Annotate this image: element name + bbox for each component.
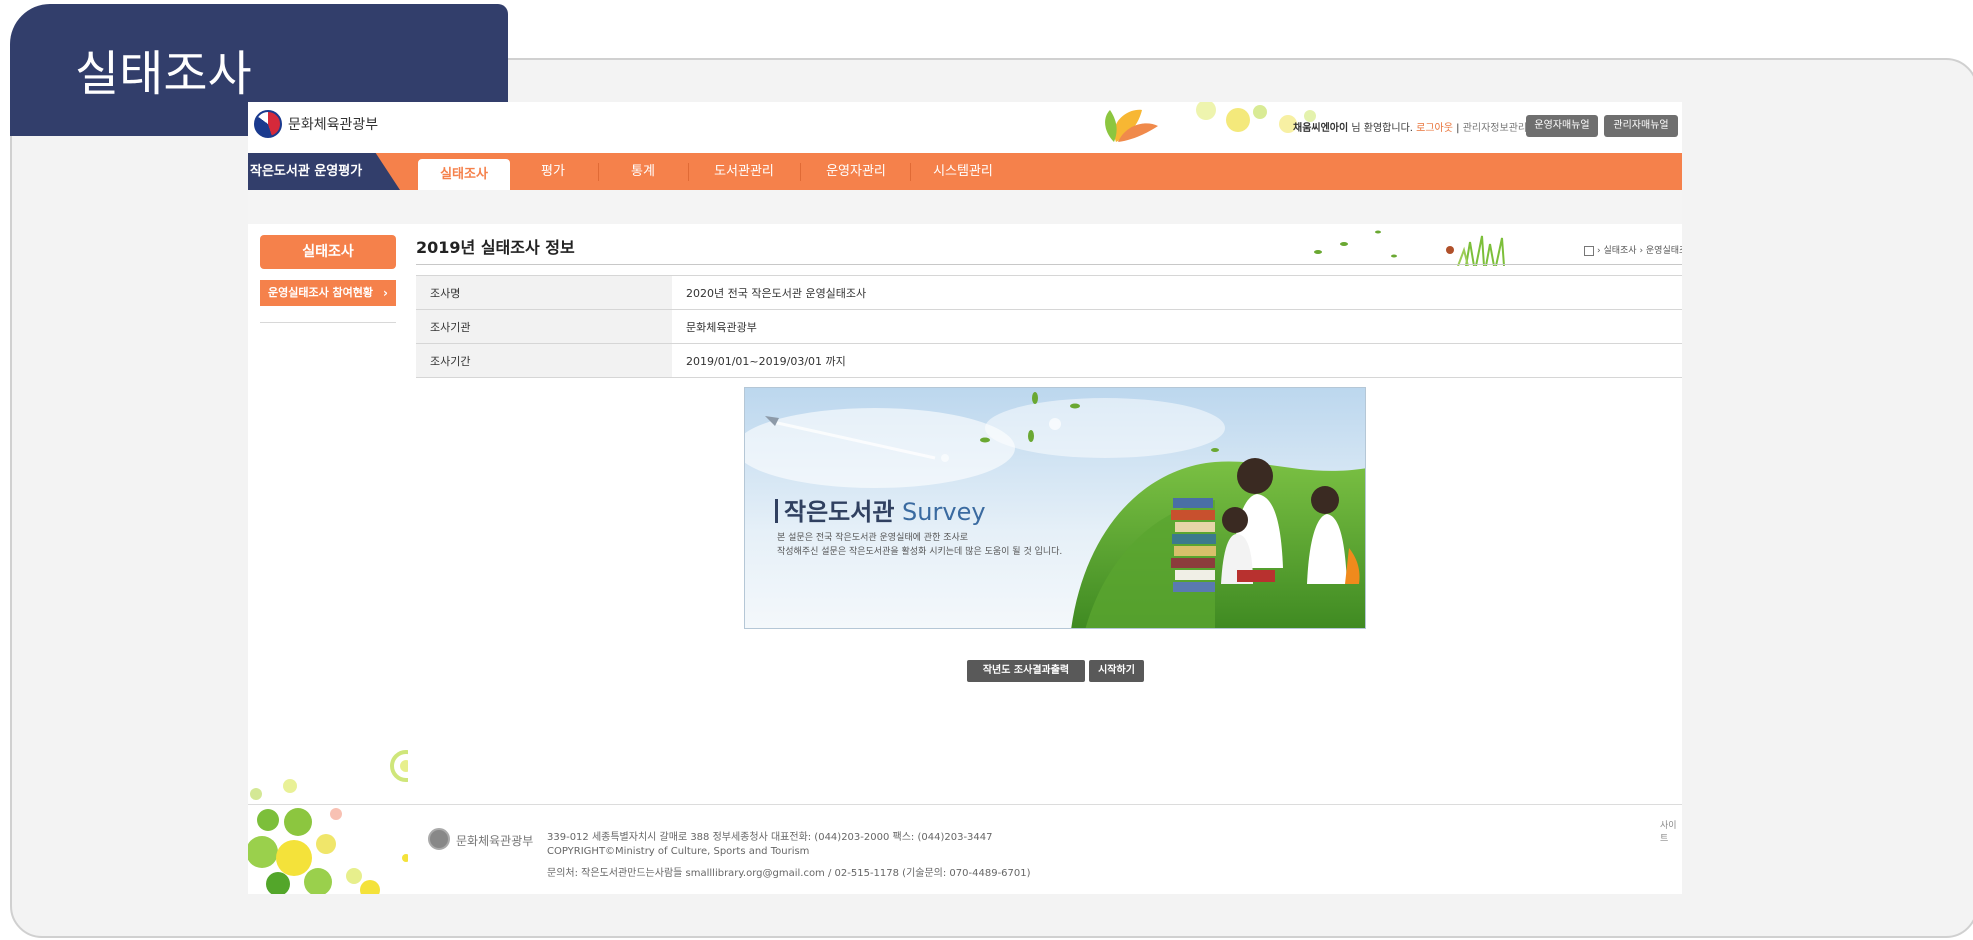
chevron-right-icon: ›	[383, 286, 388, 300]
row-value: 2019/01/01~2019/03/01 까지	[672, 343, 1682, 378]
footer-address: 339-012 세종특별자치시 갈매로 388 정부세종청사 대표전화: (04…	[547, 832, 993, 843]
survey-info-table: 조사명 2020년 전국 작은도서관 운영실태조사 조사기관 문화체육관광부 조…	[416, 275, 1682, 378]
breadcrumb-path: › 실태조사 › 운영실태조	[1597, 246, 1682, 256]
nav-separator	[598, 163, 599, 181]
start-button[interactable]: 시작하기	[1089, 660, 1144, 682]
footer-logo-text: 문화체육관광부	[456, 834, 534, 848]
table-row: 조사명 2020년 전국 작은도서관 운영실태조사	[416, 275, 1682, 310]
breadcrumb: › 실태조사 › 운영실태조	[1584, 243, 1682, 256]
logout-link[interactable]: 로그아웃	[1416, 123, 1453, 134]
banner-headline-accent: 작은도서관	[784, 498, 895, 526]
nav-tab-statistics[interactable]: 통계	[606, 153, 680, 190]
main-nav: 작은도서관 운영평가 실태조사 평가 통계 도서관관리 운영자관리 시스템관리	[248, 153, 1682, 190]
footer-copyright: COPYRIGHT©Ministry of Culture, Sports an…	[547, 846, 810, 857]
row-value: 2020년 전국 작은도서관 운영실태조사	[672, 275, 1682, 310]
welcome-message: 채움씨엔아이 님 환영합니다. 로그아웃 | 관리자정보관리	[1293, 119, 1527, 134]
admin-info-link[interactable]: 관리자정보관리	[1463, 123, 1527, 134]
nav-tab-library-management[interactable]: 도서관관리	[696, 153, 792, 190]
banner-description-line1: 본 설문은 전국 작은도서관 운영실태에 관한 조사로	[777, 533, 969, 543]
nav-tab-system-management[interactable]: 시스템관리	[916, 153, 1010, 190]
row-label: 조사기간	[416, 343, 672, 378]
table-row: 조사기간 2019/01/01~2019/03/01 까지	[416, 343, 1682, 378]
bubble-decoration-icon	[248, 750, 408, 894]
nav-separator	[688, 163, 689, 181]
sidebar-item-participation[interactable]: 운영실태조사 참여현황 ›	[260, 280, 396, 306]
sidebar-item-label: 운영실태조사 참여현황	[268, 286, 374, 299]
leaf-decoration-icon	[1105, 102, 1316, 142]
survey-banner: 작은도서관 Survey 본 설문은 전국 작은도서관 운영실태에 관한 조사로…	[744, 387, 1366, 629]
admin-manual-button[interactable]: 관리자매뉴얼	[1604, 115, 1678, 137]
ministry-logo-text[interactable]: 문화체육관광부	[288, 114, 378, 134]
banner-bar-icon	[775, 499, 778, 523]
nav-separator	[910, 163, 911, 181]
nav-tab-survey[interactable]: 실태조사	[418, 159, 510, 190]
nav-tab-evaluation[interactable]: 평가	[516, 153, 590, 190]
nav-separator	[800, 163, 801, 181]
home-icon[interactable]	[1584, 245, 1594, 256]
row-label: 조사명	[416, 275, 672, 310]
top-header: 문화체육관광부 채움씨엔아이 님 환영합니다. 로그아웃 | 관리자정보관리 운…	[248, 102, 1682, 152]
operator-manual-button[interactable]: 운영자매뉴얼	[1526, 115, 1598, 137]
row-label: 조사기관	[416, 309, 672, 344]
title-divider	[416, 264, 1682, 265]
grass-decoration-icon	[1314, 230, 1505, 266]
footer-divider	[248, 804, 1682, 805]
welcome-user: 채움씨엔아이	[1293, 123, 1349, 134]
sidebar-divider	[260, 322, 396, 323]
page-title: 2019년 실태조사 정보	[416, 238, 575, 257]
footer-logo-icon	[428, 828, 450, 850]
nav-tab-operator-management[interactable]: 운영자관리	[808, 153, 904, 190]
row-value: 문화체육관광부	[672, 309, 1682, 344]
slide-title: 실태조사	[75, 46, 252, 102]
prev-results-print-button[interactable]: 작년도 조사결과출력	[967, 660, 1085, 682]
sitemap-link[interactable]: 사이트	[1660, 818, 1682, 844]
welcome-suffix: 님 환영합니다.	[1351, 123, 1413, 134]
table-row: 조사기관 문화체육관광부	[416, 309, 1682, 344]
sidebar-heading: 실태조사	[260, 235, 396, 269]
screenshot-window: 문화체육관광부 채움씨엔아이 님 환영합니다. 로그아웃 | 관리자정보관리 운…	[248, 102, 1682, 894]
government-logo-icon	[254, 110, 282, 138]
banner-headline-en: Survey	[902, 498, 986, 526]
banner-description-line2: 작성해주신 설문은 작은도서관을 활성화 시키는데 많은 도움이 될 것 입니다…	[777, 547, 1063, 557]
header-separator: |	[1456, 123, 1460, 134]
nav-brand[interactable]: 작은도서관 운영평가	[248, 153, 400, 190]
banner-headline: 작은도서관 Survey	[775, 492, 986, 527]
footer-contact: 문의처: 작은도서관만드는사람들 smalllibrary.org@gmail.…	[547, 868, 1031, 879]
sub-header-band	[248, 190, 1682, 224]
